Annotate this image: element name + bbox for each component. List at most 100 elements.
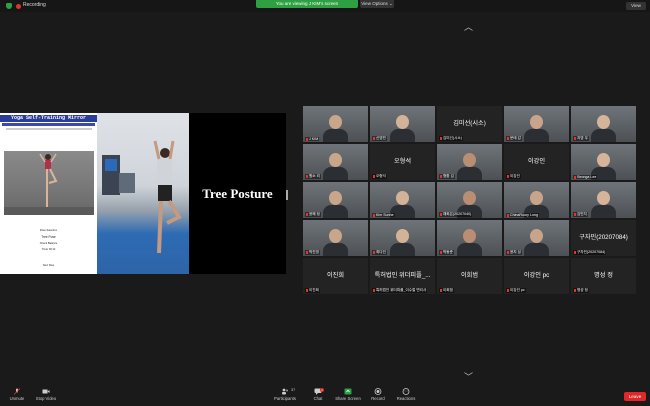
chevron-up-icon[interactable]: ︿ bbox=[464, 20, 473, 33]
chevron-down-icon[interactable]: ﹀ bbox=[464, 370, 473, 383]
participant-name: 이강인 bbox=[510, 174, 520, 178]
participant-face bbox=[463, 229, 476, 243]
muted-mic-icon bbox=[440, 250, 442, 254]
muted-mic-icon bbox=[440, 212, 442, 216]
posture-label: Tree Posture bbox=[202, 186, 273, 201]
participants-label: Participants bbox=[274, 396, 296, 401]
participant-tile[interactable]: 이진희 이진희 bbox=[303, 258, 368, 294]
participant-tile[interactable]: 명성 정 명성 정 bbox=[571, 258, 636, 294]
muted-mic-icon bbox=[306, 174, 308, 178]
unmute-label: Unmute bbox=[9, 396, 25, 401]
participant-tile[interactable]: Kim Sunhe bbox=[370, 182, 435, 218]
participant-body bbox=[524, 129, 549, 142]
muted-mic-icon bbox=[440, 174, 442, 178]
record-icon bbox=[374, 388, 382, 395]
participant-body bbox=[457, 167, 482, 180]
participant-name: 최다인 bbox=[376, 250, 386, 254]
participant-tile[interactable]: 오형석 오형석 bbox=[370, 144, 435, 180]
participant-name: 특허법인 위더피플_이수철 변리사 bbox=[376, 288, 427, 292]
muted-mic-icon bbox=[13, 388, 21, 395]
participant-tile[interactable]: 윤지 성 bbox=[504, 220, 569, 256]
participant-tile[interactable]: 김미선(시소) 김미선(시소) bbox=[437, 106, 502, 142]
participant-tile[interactable]: 원소 리 bbox=[303, 144, 368, 180]
share-screen-button[interactable]: Share Screen bbox=[334, 386, 362, 401]
participant-tile[interactable]: J KIM bbox=[303, 106, 368, 142]
participant-tile[interactable]: 이희범 이희범 bbox=[437, 258, 502, 294]
participant-body bbox=[457, 243, 482, 256]
leave-button[interactable]: Leave bbox=[624, 392, 646, 401]
participant-display-name: 이강인 pc bbox=[523, 272, 550, 279]
participant-name-label: 김미선(시소) bbox=[439, 136, 463, 141]
chat-button[interactable]: Chat bbox=[308, 386, 328, 401]
participant-tile[interactable]: 특허법인 위더피플_... 특허법인 위더피플_이수철 변리사 bbox=[370, 258, 435, 294]
participant-body bbox=[323, 167, 348, 180]
muted-mic-icon bbox=[306, 212, 308, 216]
participant-tile[interactable]: 윤혜 정 bbox=[303, 182, 368, 218]
participant-tile[interactable]: Seonga Lee bbox=[571, 144, 636, 180]
participant-tile[interactable]: 문태 갑 bbox=[504, 106, 569, 142]
participant-display-name: 이진희 bbox=[326, 272, 345, 279]
muted-mic-icon bbox=[306, 250, 308, 254]
participant-face bbox=[329, 153, 342, 167]
participant-face bbox=[396, 191, 409, 205]
participant-tile[interactable]: 구자민(20207084) 구자민(20207084) bbox=[571, 220, 636, 256]
unmute-button[interactable]: Unmute bbox=[6, 386, 28, 401]
participant-tile[interactable]: 신영빈 bbox=[370, 106, 435, 142]
participant-display-name: 구자민(20207084) bbox=[579, 234, 628, 241]
participant-name: 박동준 bbox=[443, 250, 453, 254]
muted-mic-icon bbox=[507, 136, 509, 140]
participant-tile[interactable]: 이강인 이강인 bbox=[504, 144, 569, 180]
app-line: Tree Pose bbox=[41, 235, 56, 239]
participant-display-name: 오형석 bbox=[393, 158, 412, 165]
record-button[interactable]: Record bbox=[368, 386, 388, 401]
participant-face bbox=[530, 191, 543, 205]
participant-name: 원소 리 bbox=[309, 174, 320, 178]
app-line: Pose Selection bbox=[39, 229, 58, 232]
participant-tile[interactable]: 박동준 bbox=[437, 220, 502, 256]
participant-tile[interactable]: 지영 우 bbox=[571, 106, 636, 142]
view-options-button[interactable]: View Options ⌄ bbox=[360, 0, 394, 8]
camera-feed bbox=[97, 113, 189, 274]
participant-face bbox=[396, 115, 409, 129]
participant-name-label: 신영빈 bbox=[372, 136, 387, 141]
muted-mic-icon bbox=[574, 288, 576, 292]
muted-mic-icon bbox=[306, 288, 308, 292]
video-camera-icon bbox=[42, 389, 50, 394]
stop-video-button[interactable]: Stop Video bbox=[34, 386, 58, 401]
reactions-button[interactable]: Reactions bbox=[394, 386, 418, 401]
muted-mic-icon bbox=[574, 136, 576, 140]
participant-body bbox=[323, 243, 348, 256]
participant-body bbox=[390, 243, 415, 256]
participant-tile[interactable]: ChinaRoury Long bbox=[504, 182, 569, 218]
participant-display-name: 명성 정 bbox=[594, 272, 613, 279]
app-divider bbox=[6, 128, 92, 130]
muted-mic-icon bbox=[574, 250, 576, 254]
participant-name-label: 이강인 pc bbox=[506, 288, 526, 293]
participant-tile[interactable]: 이강인 pc 이강인 pc bbox=[504, 258, 569, 294]
app-line[interactable]: Next Step bbox=[0, 264, 97, 267]
participant-name: ChinaRoury Long bbox=[510, 213, 538, 217]
app-line: Timer 00:12 bbox=[41, 248, 56, 251]
participant-name-label: 이진희 bbox=[305, 288, 320, 293]
participant-body bbox=[323, 205, 348, 218]
participant-name-label: 특허법인 위더피플_이수철 변리사 bbox=[372, 288, 428, 293]
participant-name-label: 이강인 bbox=[506, 174, 521, 179]
participant-name: 김민지 bbox=[577, 212, 587, 216]
participant-tile[interactable]: 형환 김 bbox=[437, 144, 502, 180]
muted-mic-icon bbox=[507, 288, 509, 292]
muted-mic-icon bbox=[507, 213, 509, 217]
participant-face bbox=[597, 153, 610, 167]
participants-count: 37 bbox=[291, 388, 296, 392]
participant-tile[interactable]: 최다인 bbox=[370, 220, 435, 256]
reactions-icon bbox=[402, 388, 410, 395]
participant-face bbox=[463, 191, 476, 205]
participant-tile[interactable]: 박진영 bbox=[303, 220, 368, 256]
muted-mic-icon bbox=[373, 250, 375, 254]
chat-label: Chat bbox=[313, 396, 323, 401]
split-drag-handle[interactable] bbox=[286, 190, 288, 200]
participant-tile[interactable]: 김민지 bbox=[571, 182, 636, 218]
participant-name-label: 박동준 bbox=[439, 250, 454, 255]
view-button[interactable]: View bbox=[626, 2, 646, 10]
security-shield-icon[interactable] bbox=[6, 3, 12, 9]
participant-tile[interactable]: 채희은(20207040) bbox=[437, 182, 502, 218]
